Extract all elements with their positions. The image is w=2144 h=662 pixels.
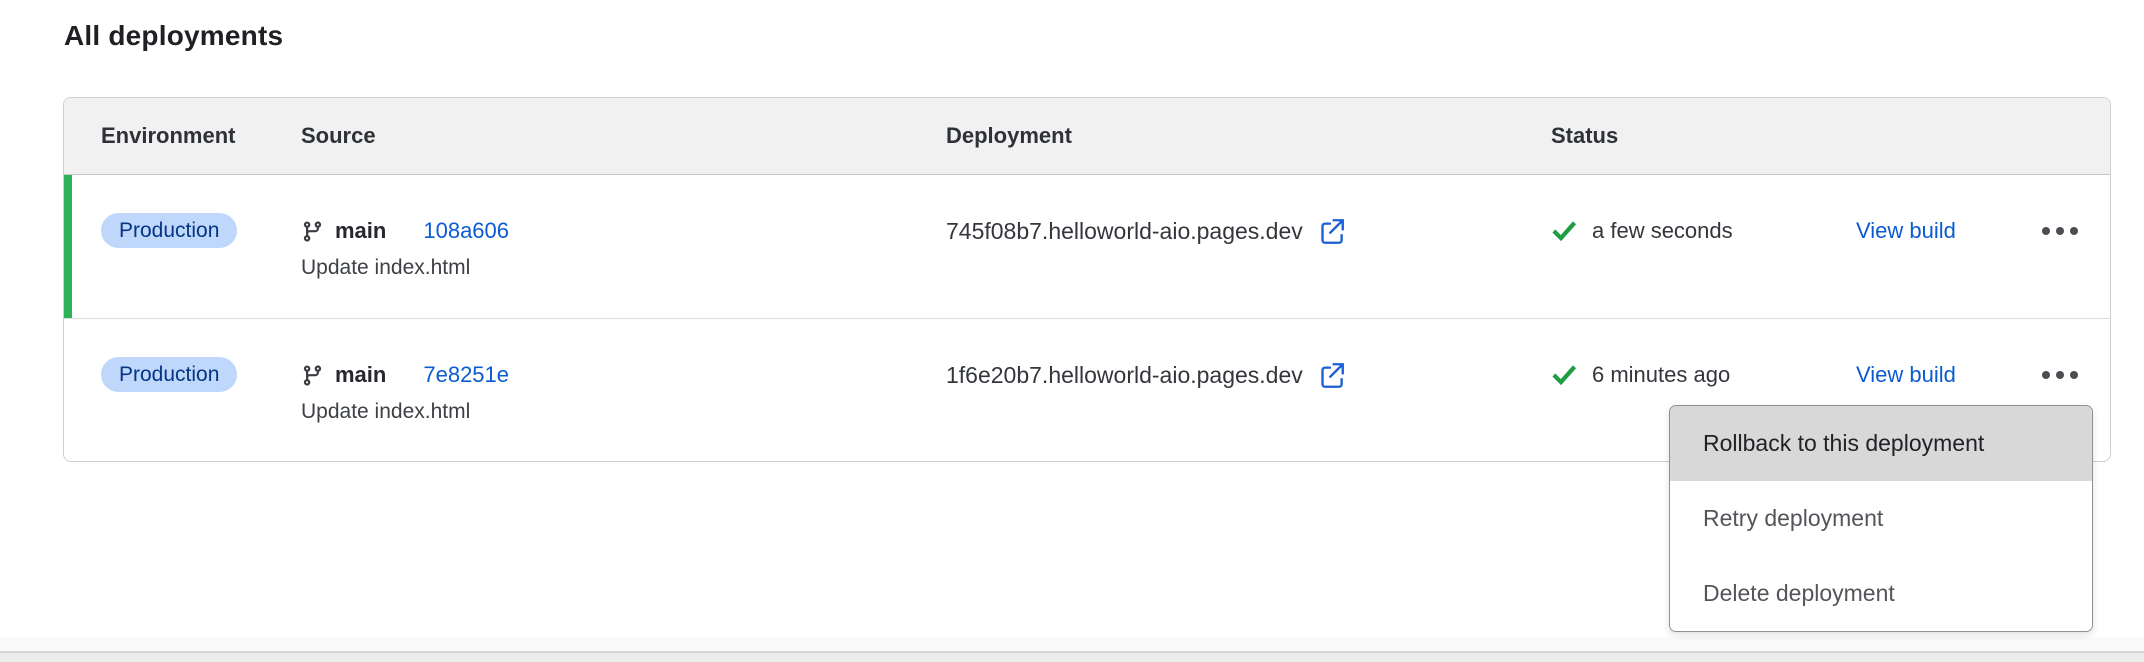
column-header-deployment: Deployment [946,123,1551,149]
deployment-url: 745f08b7.helloworld-aio.pages.dev [946,218,1303,245]
column-header-environment: Environment [101,123,301,149]
row-actions-button[interactable] [2038,217,2082,245]
column-header-status: Status [1551,123,2110,149]
git-branch-icon [301,220,324,243]
ellipsis-icon [2042,227,2050,235]
table-row: Production main 108a606 Update index.htm… [64,175,2110,319]
commit-message: Update index.html [301,256,946,280]
section-divider [0,637,2144,662]
deployment-cell: 1f6e20b7.helloworld-aio.pages.dev [946,357,1551,393]
menu-item-rollback[interactable]: Rollback to this deployment [1670,406,2092,481]
status-time-text: 6 minutes ago [1592,362,1730,388]
git-branch-icon [301,364,324,387]
commit-link[interactable]: 108a606 [423,218,509,244]
table-header-row: Environment Source Deployment Status [64,98,2110,175]
external-link-icon[interactable] [1318,218,1345,245]
external-link-icon[interactable] [1318,362,1345,389]
column-header-source: Source [301,123,946,149]
ellipsis-icon [2042,371,2050,379]
environment-cell: Production [101,213,301,248]
view-build-link[interactable]: View build [1856,218,1956,244]
deployment-url: 1f6e20b7.helloworld-aio.pages.dev [946,362,1303,389]
status-time: a few seconds [1551,218,1856,245]
status-cell: a few seconds View build [1551,213,2110,249]
check-icon [1551,218,1578,245]
view-build-link[interactable]: View build [1856,362,1956,388]
commit-link[interactable]: 7e8251e [423,362,509,388]
environment-cell: Production [101,357,301,392]
menu-item-retry[interactable]: Retry deployment [1670,481,2092,556]
branch-name: main [335,362,386,388]
page-title: All deployments [64,20,283,52]
menu-item-delete[interactable]: Delete deployment [1670,556,2092,631]
row-actions-button[interactable] [2038,361,2082,389]
environment-badge: Production [101,213,237,248]
branch-name: main [335,218,386,244]
check-icon [1551,362,1578,389]
row-actions-menu: Rollback to this deployment Retry deploy… [1669,405,2093,632]
commit-message: Update index.html [301,400,946,424]
deployment-cell: 745f08b7.helloworld-aio.pages.dev [946,213,1551,249]
status-time-text: a few seconds [1592,218,1733,244]
status-cell: 6 minutes ago View build [1551,357,2110,393]
environment-badge: Production [101,357,237,392]
source-cell: main 108a606 Update index.html [301,213,946,280]
status-time: 6 minutes ago [1551,362,1856,389]
source-cell: main 7e8251e Update index.html [301,357,946,424]
